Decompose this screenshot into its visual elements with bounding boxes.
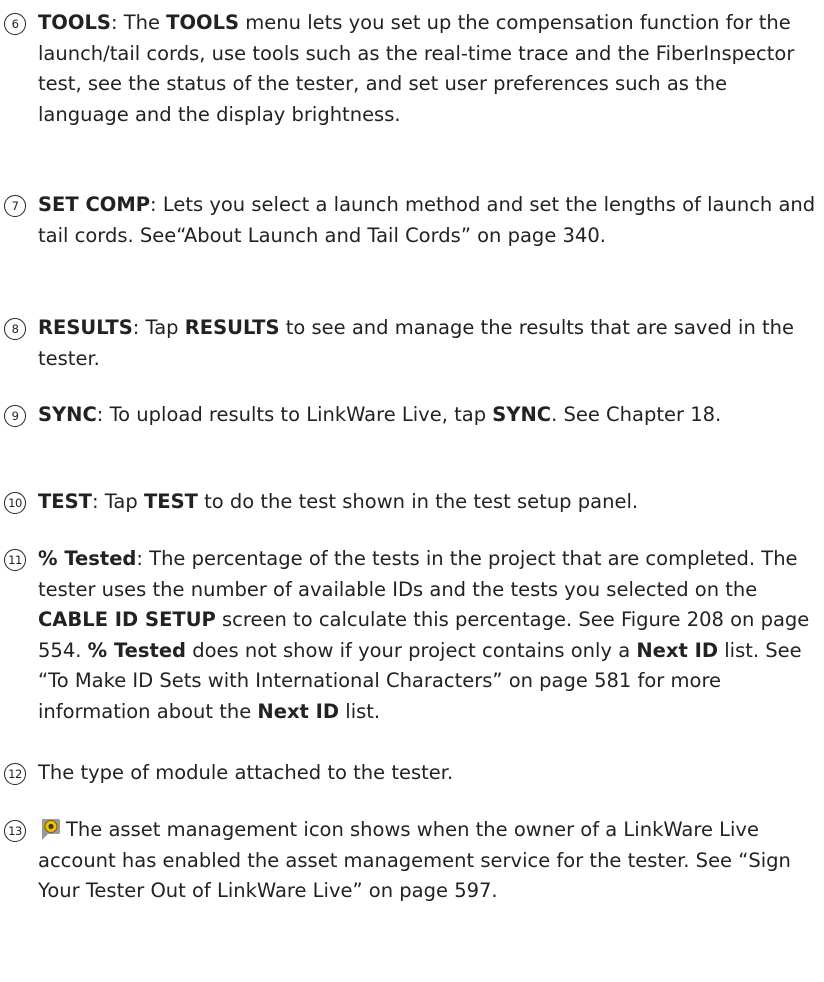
item-text: The type of module attached to the teste… <box>38 761 454 784</box>
asset-management-icon <box>38 816 62 842</box>
item-7: 7 SET COMP: Lets you select a launch met… <box>0 190 824 290</box>
callout-number: 13 <box>4 820 26 842</box>
callout-number: 7 <box>4 195 26 217</box>
callout-number: 6 <box>4 13 26 35</box>
item-9: 9 SYNC: To upload results to LinkWare Li… <box>0 400 824 464</box>
item-10: 10 TEST: Tap TEST to do the test shown i… <box>0 487 824 521</box>
item-text: TOOLS: The TOOLS menu lets you set up th… <box>38 11 795 126</box>
item-text: The asset management icon shows when the… <box>38 816 791 902</box>
item-11: 11 % Tested: The percentage of the tests… <box>0 544 824 734</box>
item-text: RESULTS: Tap RESULTS to see and manage t… <box>38 316 795 370</box>
item-12: 12 The type of module attached to the te… <box>0 758 824 792</box>
callout-number: 12 <box>4 763 26 785</box>
callout-number: 8 <box>4 318 26 340</box>
callout-number: 11 <box>4 549 26 571</box>
item-8: 8 RESULTS: Tap RESULTS to see and manage… <box>0 313 824 377</box>
item-text: SET COMP: Lets you select a launch metho… <box>38 193 816 247</box>
item-text: TEST: Tap TEST to do the test shown in t… <box>38 490 639 513</box>
item-13: 13 The asset management icon shows when … <box>0 815 824 943</box>
item-text: % Tested: The percentage of the tests in… <box>38 547 810 723</box>
item-text: SYNC: To upload results to LinkWare Live… <box>38 403 722 426</box>
callout-number: 9 <box>4 405 26 427</box>
callout-number: 10 <box>4 492 26 514</box>
item-6: 6 TOOLS: The TOOLS menu lets you set up … <box>0 8 824 168</box>
